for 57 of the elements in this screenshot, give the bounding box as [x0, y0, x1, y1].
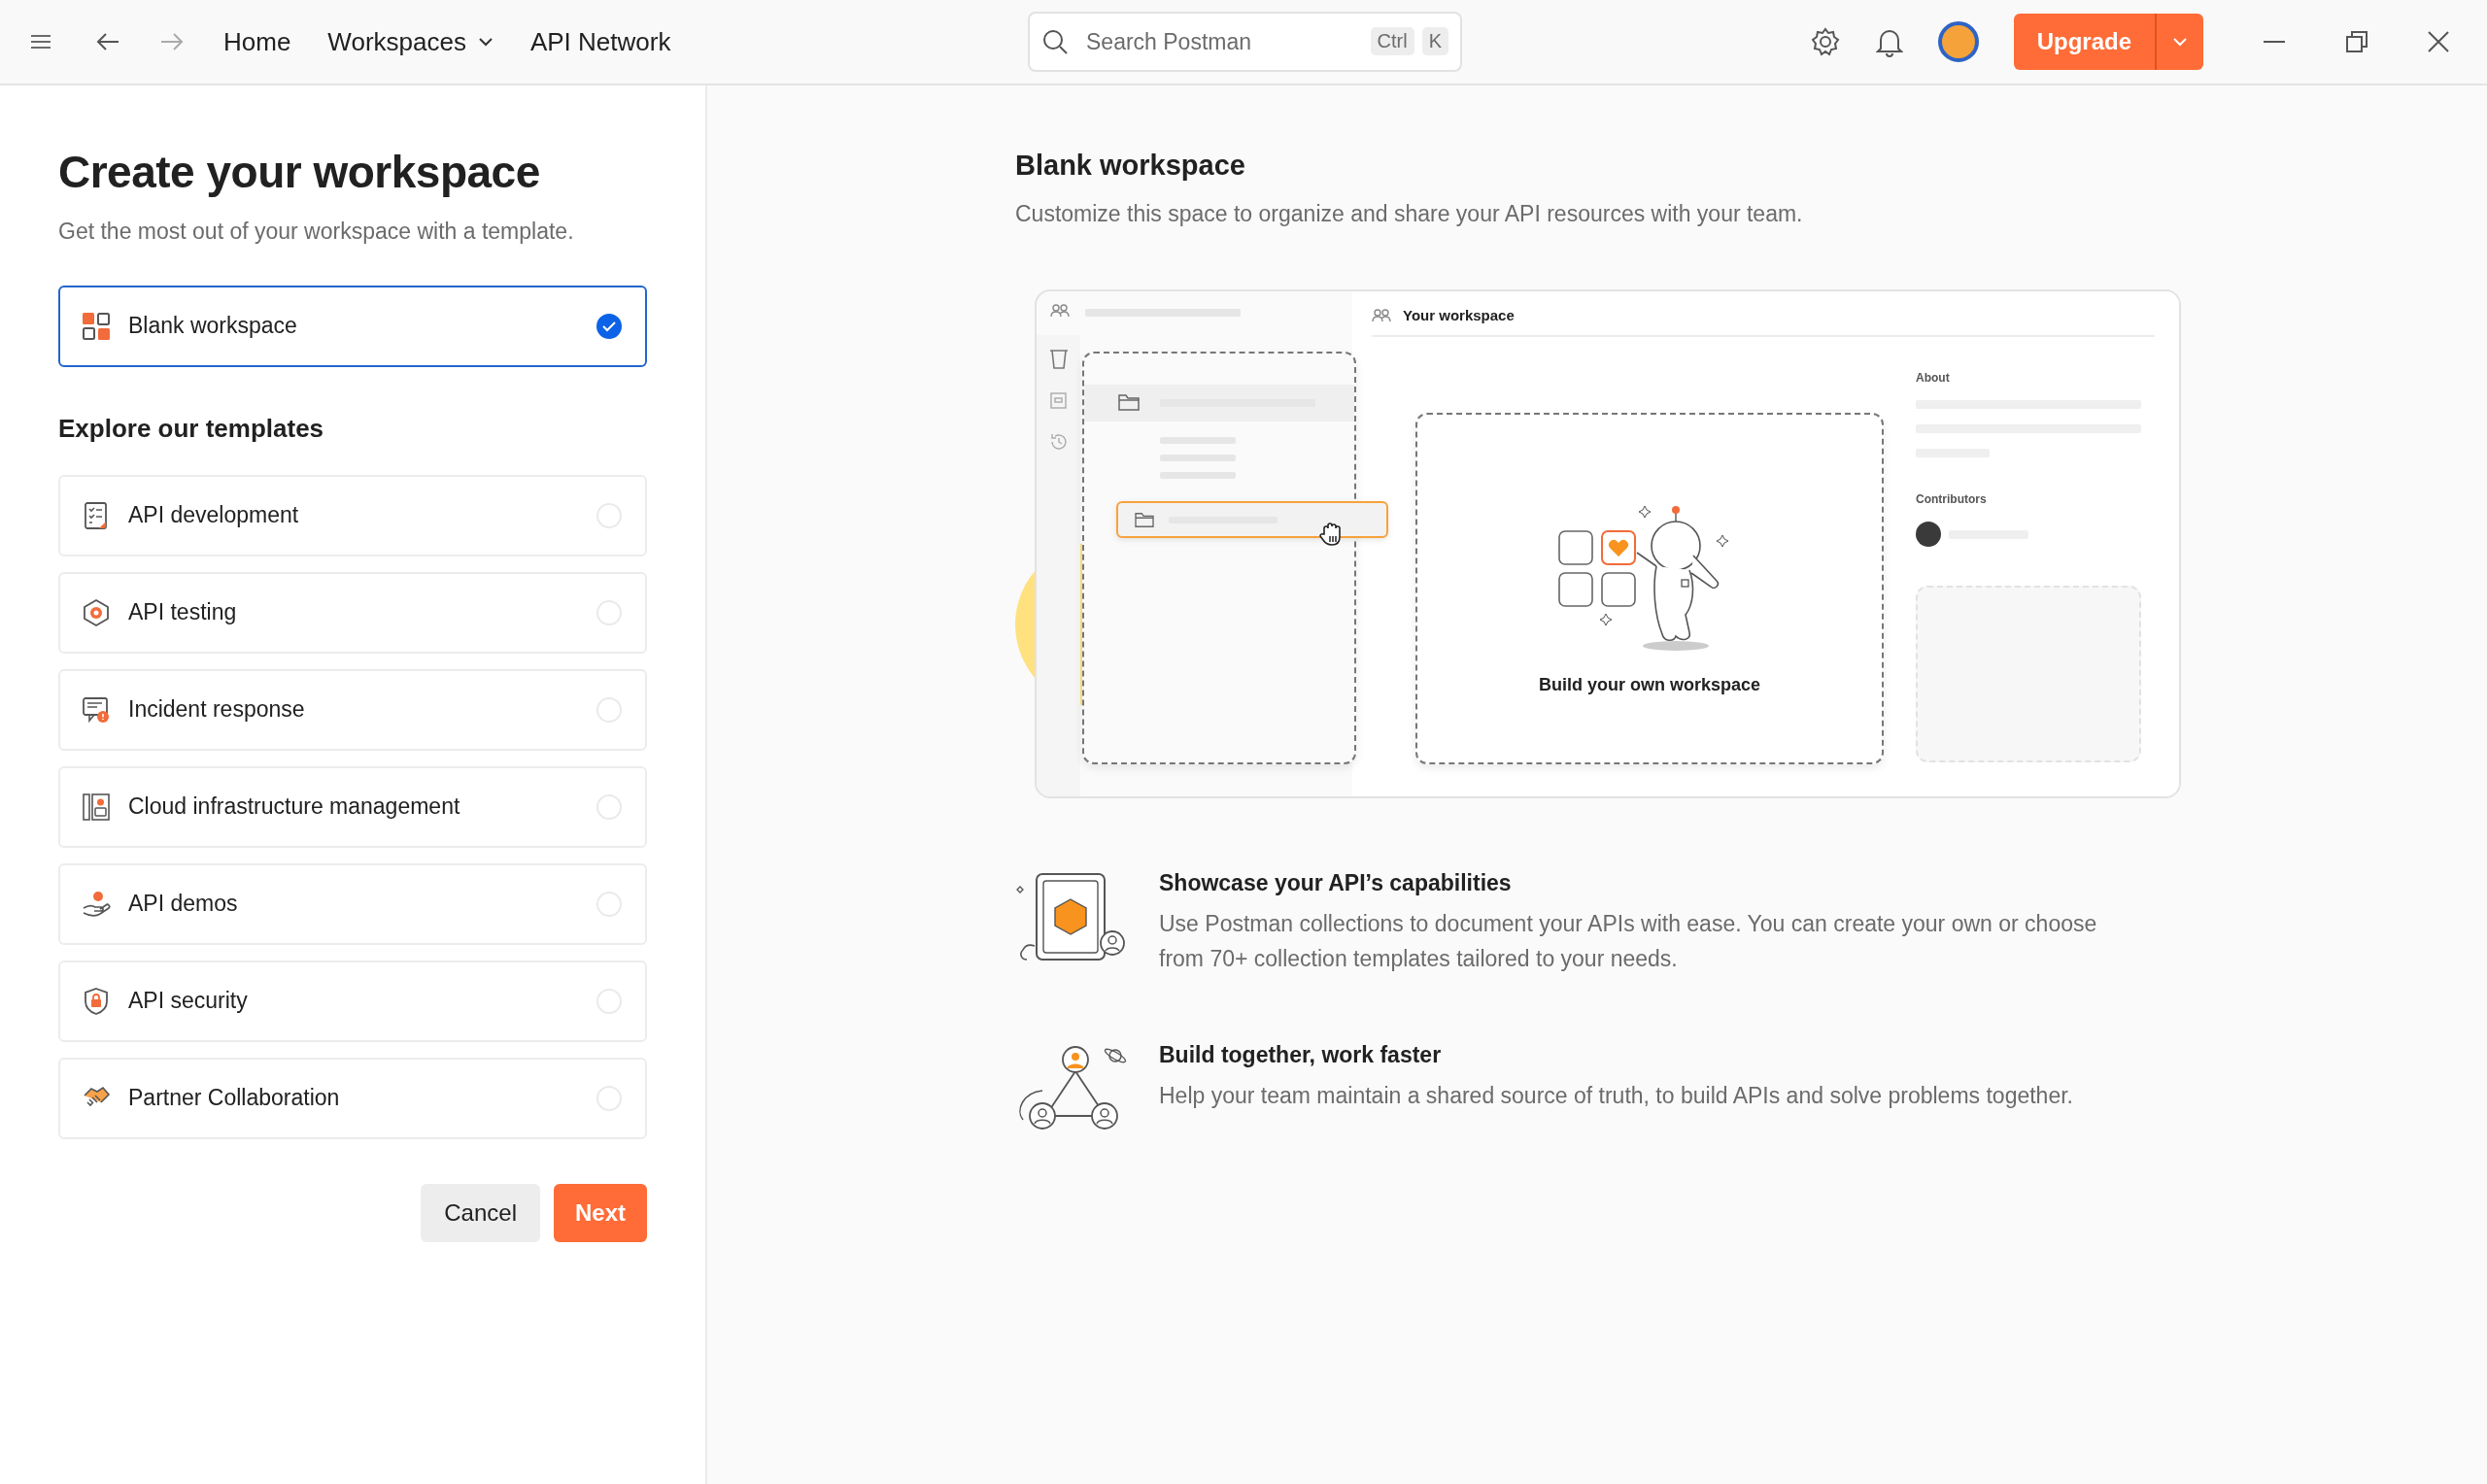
- people-icon: [1050, 303, 1070, 319]
- preview-description: Customize this space to organize and share your API resources with your team.: [1015, 201, 1804, 227]
- people-icon: [1372, 307, 1391, 323]
- shortcut-key: K: [1421, 27, 1448, 55]
- history-icon: [1048, 432, 1069, 452]
- check-icon: [601, 320, 617, 332]
- menu-icon[interactable]: [29, 33, 52, 51]
- option-label: API testing: [128, 599, 238, 626]
- template-option[interactable]: Partner Collaboration: [58, 1057, 647, 1139]
- template-option[interactable]: Incident response: [58, 668, 647, 751]
- section-title: Explore our templates: [58, 413, 325, 444]
- option-label: API security: [128, 988, 249, 1015]
- option-label: Partner Collaboration: [128, 1085, 341, 1112]
- gear-hexagon-icon: [82, 597, 111, 627]
- option-label: Blank workspace: [128, 313, 298, 340]
- page-subtitle: Get the most out of your workspace with a template.: [58, 218, 575, 245]
- caret-icon: [2172, 37, 2188, 47]
- search-icon: [1041, 28, 1069, 55]
- option-label: API development: [128, 502, 300, 529]
- template-option[interactable]: API testing: [58, 571, 647, 654]
- shield-lock-icon: [82, 986, 111, 1016]
- settings-icon[interactable]: [1809, 26, 1841, 57]
- radio-button[interactable]: [596, 313, 622, 339]
- server-rack-icon: [82, 792, 111, 822]
- cancel-button[interactable]: Cancel: [421, 1183, 540, 1242]
- window-icon: [1048, 391, 1069, 411]
- nav-link[interactable]: API Network: [529, 26, 671, 57]
- option-label: API demos: [128, 891, 239, 918]
- feature-description: Help your team maintain a shared source of truth, to build APIs and solve problems together.: [1159, 1082, 2074, 1110]
- template-option[interactable]: API development: [58, 474, 647, 556]
- folder-icon: [1134, 511, 1155, 528]
- grid-icon: [82, 311, 111, 341]
- about-label: About: [1916, 371, 1951, 385]
- template-option[interactable]: Cloud infrastructure management: [58, 765, 647, 848]
- blank-workspace-option[interactable]: Blank workspace: [58, 285, 647, 367]
- feature-title: Build together, work faster: [1159, 1042, 1443, 1068]
- preview-title: Blank workspace: [1015, 150, 1246, 182]
- back-arrow-icon[interactable]: [95, 31, 120, 52]
- alert-chat-icon: [82, 694, 111, 725]
- workspace-header: Your workspace: [1403, 307, 1515, 323]
- option-label: Incident response: [128, 696, 306, 724]
- feature-description: Use Postman collections to document your APIs with ease. You can create your own or choose from 70+ collection templates tailored to your needs.: [1159, 910, 2098, 973]
- option-label: Cloud infrastructure management: [128, 793, 461, 821]
- hand-icon: [82, 889, 111, 919]
- page-title: Create your workspace: [58, 148, 541, 197]
- card-caption: Build your own workspace: [1538, 674, 1760, 695]
- contributors-label: Contributors: [1916, 492, 1988, 506]
- folder-icon: [1117, 392, 1141, 412]
- close-icon[interactable]: [2427, 30, 2450, 53]
- shortcut-key: Ctrl: [1370, 27, 1414, 55]
- nav-link[interactable]: Home: [223, 26, 291, 57]
- restore-window-icon[interactable]: [2345, 30, 2368, 53]
- nav-link[interactable]: Workspaces: [327, 26, 494, 57]
- template-option[interactable]: API security: [58, 960, 647, 1042]
- feature-title: Showcase your API’s capabilities: [1159, 870, 1513, 896]
- user-avatar[interactable]: [1937, 21, 1979, 62]
- template-option[interactable]: API demos: [58, 862, 647, 945]
